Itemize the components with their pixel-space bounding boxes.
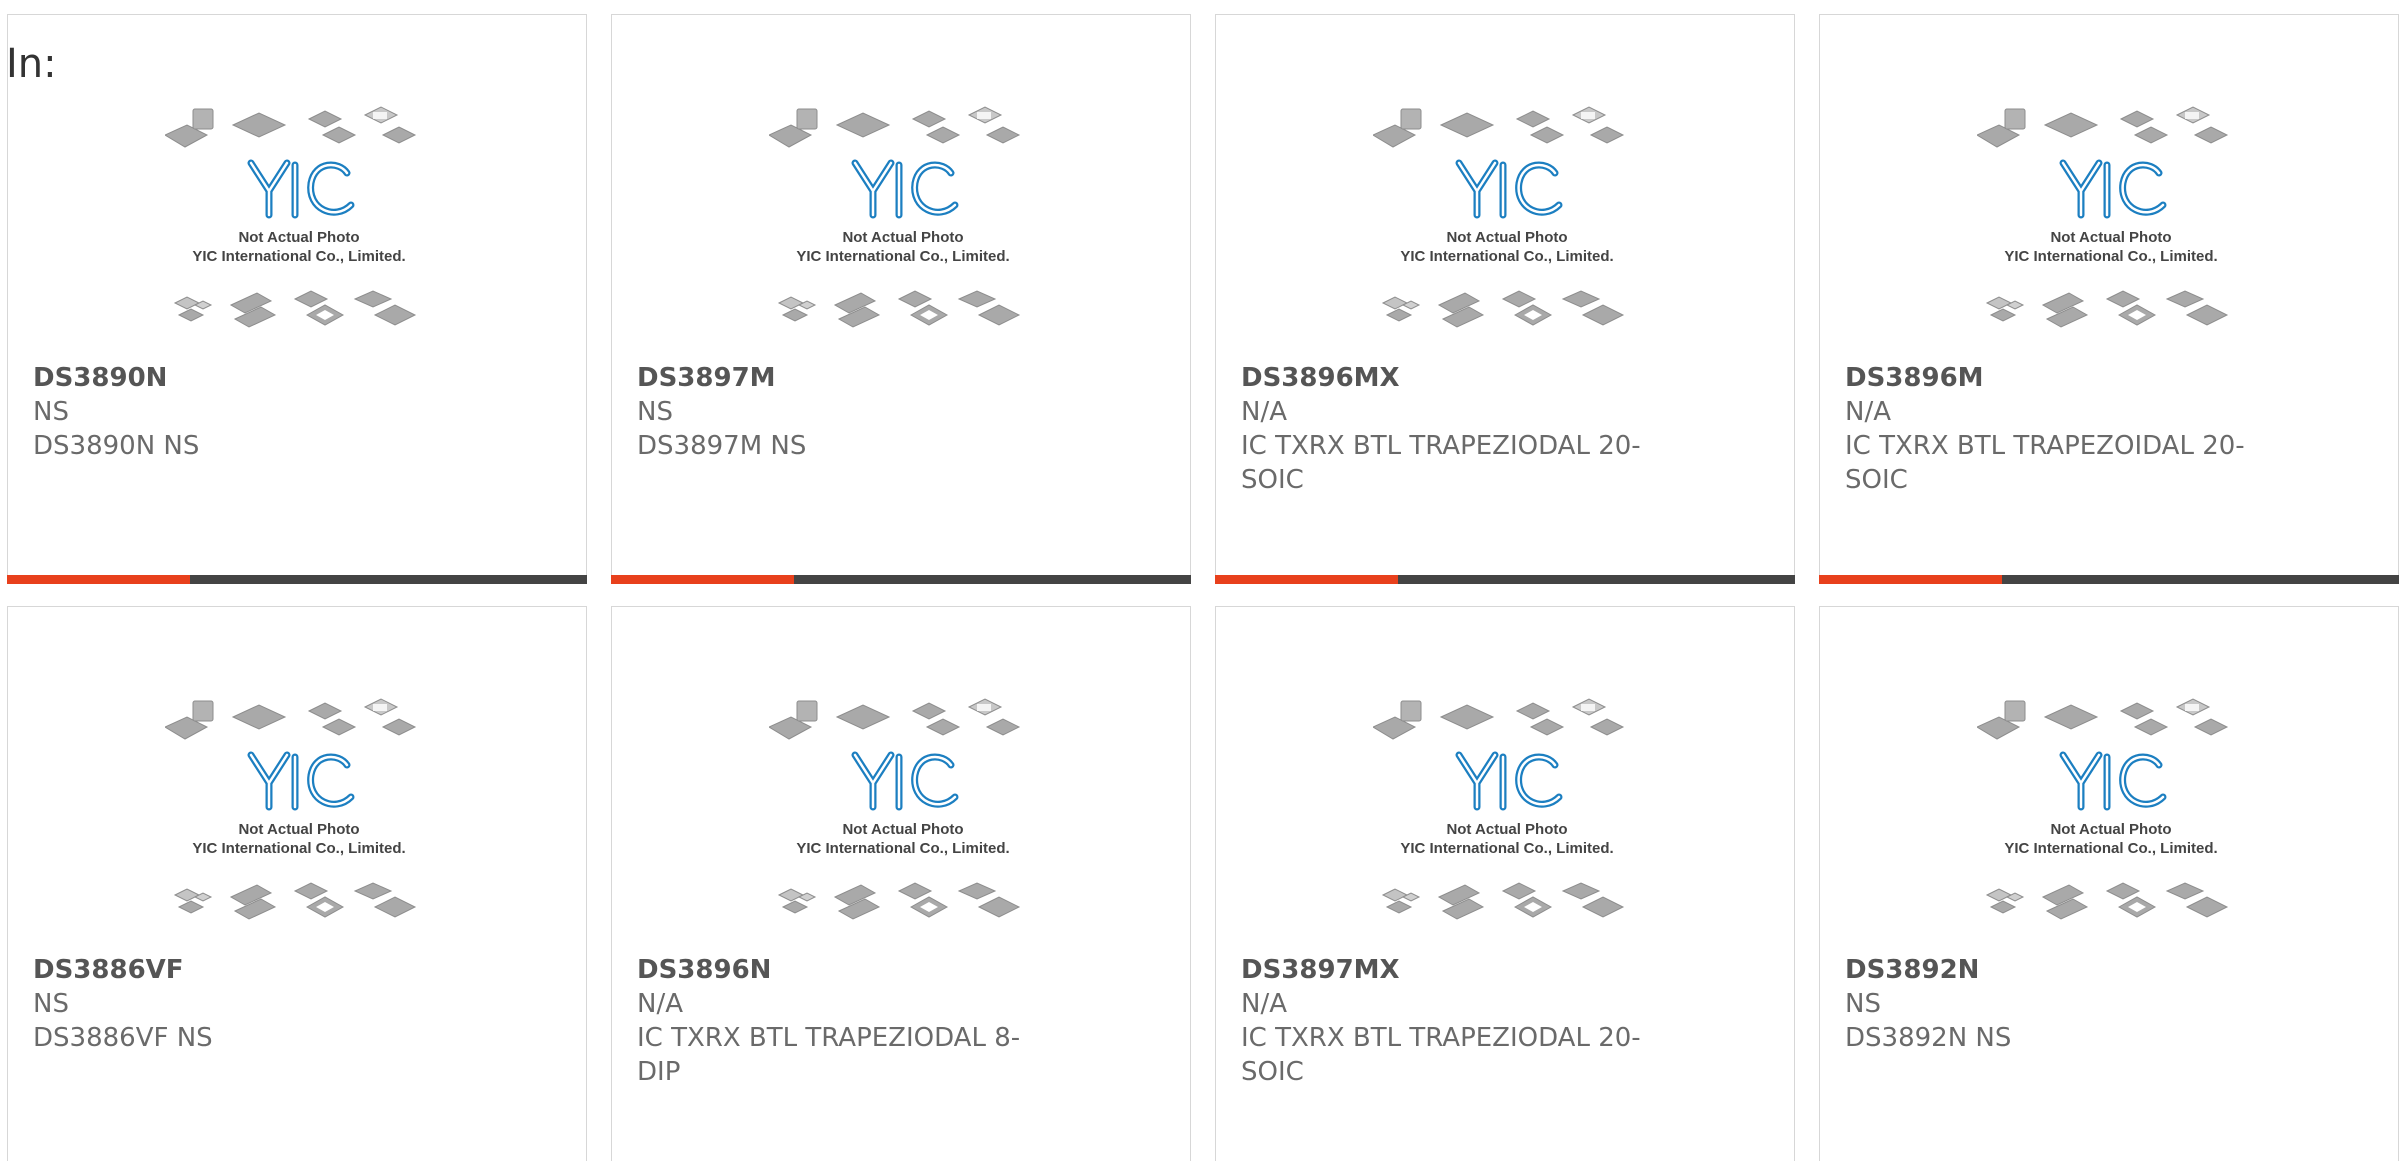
product-image-placeholder[interactable]: Not Actual Photo YIC International Co., …: [769, 105, 1037, 355]
placeholder-caption-line1: Not Actual Photo: [842, 821, 963, 838]
product-card-ds3886vf[interactable]: Not Actual Photo YIC International Co., …: [7, 606, 587, 1161]
product-listing-page: In: Not Actual Photo YIC International C…: [0, 0, 2400, 1161]
placeholder-caption-line2: YIC International Co., Limited.: [192, 840, 405, 857]
chip-collage-icon: Not Actual Photo YIC International Co., …: [1977, 698, 2229, 920]
part-number-link[interactable]: DS3896MX: [1241, 361, 1661, 395]
product-card-ds3897mx[interactable]: Not Actual Photo YIC International Co., …: [1215, 606, 1795, 1161]
product-description: DS3886VF NS: [33, 1023, 213, 1053]
manufacturer-label: NS: [637, 397, 673, 427]
chip-collage-icon: Not Actual Photo YIC International Co., …: [1977, 106, 2229, 328]
product-info: DS3892N NS DS3892N NS: [1845, 953, 2265, 1055]
chip-collage-icon: Not Actual Photo YIC International Co., …: [769, 698, 1021, 920]
product-info: DS3896MX N/A IC TXRX BTL TRAPEZIODAL 20-…: [1241, 361, 1661, 497]
part-number-link[interactable]: DS3897M: [637, 361, 1057, 395]
part-number-link[interactable]: DS3886VF: [33, 953, 453, 987]
product-image-placeholder[interactable]: Not Actual Photo YIC International Co., …: [1373, 697, 1641, 947]
card-footer-bar: [611, 575, 1191, 584]
manufacturer-label: N/A: [1241, 989, 1287, 1019]
product-description: IC TXRX BTL TRAPEZOIDAL 20-SOIC: [1845, 431, 2245, 495]
chip-collage-icon: Not Actual Photo YIC International Co., …: [165, 698, 417, 920]
product-card-ds3897m[interactable]: Not Actual Photo YIC International Co., …: [611, 14, 1191, 584]
product-image-placeholder[interactable]: Not Actual Photo YIC International Co., …: [1977, 697, 2245, 947]
part-number-link[interactable]: DS3896M: [1845, 361, 2265, 395]
product-info: DS3897M NS DS3897M NS: [637, 361, 1057, 463]
filter-in-label: In:: [6, 41, 57, 87]
product-info: DS3897MX N/A IC TXRX BTL TRAPEZIODAL 20-…: [1241, 953, 1661, 1089]
chip-collage-icon: Not Actual Photo YIC International Co., …: [1373, 698, 1625, 920]
manufacturer-label: N/A: [1845, 397, 1891, 427]
part-number-link[interactable]: DS3897MX: [1241, 953, 1661, 987]
product-image-placeholder[interactable]: Not Actual Photo YIC International Co., …: [1977, 105, 2245, 355]
product-description: DS3890N NS: [33, 431, 200, 461]
product-card-ds3892n[interactable]: Not Actual Photo YIC International Co., …: [1819, 606, 2399, 1161]
placeholder-caption-line1: Not Actual Photo: [1446, 821, 1567, 838]
product-description: DS3892N NS: [1845, 1023, 2012, 1053]
product-image-placeholder[interactable]: Not Actual Photo YIC International Co., …: [165, 697, 433, 947]
placeholder-caption-line2: YIC International Co., Limited.: [192, 248, 405, 265]
manufacturer-label: NS: [1845, 989, 1881, 1019]
product-image-placeholder[interactable]: Not Actual Photo YIC International Co., …: [1373, 105, 1641, 355]
product-card-ds3896mx[interactable]: Not Actual Photo YIC International Co., …: [1215, 14, 1795, 584]
product-info: DS3896N N/A IC TXRX BTL TRAPEZIODAL 8-DI…: [637, 953, 1057, 1089]
placeholder-caption-line2: YIC International Co., Limited.: [2004, 248, 2217, 265]
placeholder-caption-line1: Not Actual Photo: [2050, 821, 2171, 838]
card-footer-bar: [1215, 575, 1795, 584]
placeholder-caption-line1: Not Actual Photo: [1446, 229, 1567, 246]
product-info: DS3896M N/A IC TXRX BTL TRAPEZOIDAL 20-S…: [1845, 361, 2265, 497]
product-description: IC TXRX BTL TRAPEZIODAL 8-DIP: [637, 1023, 1021, 1087]
product-image-placeholder[interactable]: Not Actual Photo YIC International Co., …: [165, 105, 433, 355]
card-footer-bar: [1819, 575, 2399, 584]
manufacturer-label: N/A: [637, 989, 683, 1019]
product-description: IC TXRX BTL TRAPEZIODAL 20-SOIC: [1241, 431, 1641, 495]
product-card-ds3896n[interactable]: Not Actual Photo YIC International Co., …: [611, 606, 1191, 1161]
product-info: DS3890N NS DS3890N NS: [33, 361, 453, 463]
manufacturer-label: NS: [33, 989, 69, 1019]
product-description: DS3897M NS: [637, 431, 807, 461]
placeholder-caption-line2: YIC International Co., Limited.: [1400, 248, 1613, 265]
product-info: DS3886VF NS DS3886VF NS: [33, 953, 453, 1055]
placeholder-caption-line2: YIC International Co., Limited.: [2004, 840, 2217, 857]
chip-collage-icon: Not Actual Photo YIC International Co., …: [1373, 106, 1625, 328]
chip-collage-icon: Not Actual Photo YIC International Co., …: [165, 106, 417, 328]
placeholder-caption-line2: YIC International Co., Limited.: [796, 248, 1009, 265]
manufacturer-label: NS: [33, 397, 69, 427]
placeholder-caption-line2: YIC International Co., Limited.: [1400, 840, 1613, 857]
card-footer-bar: [7, 575, 587, 584]
placeholder-caption-line1: Not Actual Photo: [238, 821, 359, 838]
card-footer-accent: [7, 575, 190, 584]
product-card-ds3896m[interactable]: Not Actual Photo YIC International Co., …: [1819, 14, 2399, 584]
card-footer-accent: [1215, 575, 1398, 584]
product-card-ds3890n[interactable]: Not Actual Photo YIC International Co., …: [7, 14, 587, 584]
placeholder-caption-line1: Not Actual Photo: [842, 229, 963, 246]
placeholder-caption-line1: Not Actual Photo: [2050, 229, 2171, 246]
card-footer-accent: [611, 575, 794, 584]
product-description: IC TXRX BTL TRAPEZIODAL 20-SOIC: [1241, 1023, 1641, 1087]
manufacturer-label: N/A: [1241, 397, 1287, 427]
card-footer-accent: [1819, 575, 2002, 584]
product-grid: Not Actual Photo YIC International Co., …: [7, 14, 2400, 1161]
part-number-link[interactable]: DS3892N: [1845, 953, 2265, 987]
chip-collage-icon: Not Actual Photo YIC International Co., …: [769, 106, 1021, 328]
part-number-link[interactable]: DS3896N: [637, 953, 1057, 987]
placeholder-caption-line1: Not Actual Photo: [238, 229, 359, 246]
product-image-placeholder[interactable]: Not Actual Photo YIC International Co., …: [769, 697, 1037, 947]
placeholder-caption-line2: YIC International Co., Limited.: [796, 840, 1009, 857]
part-number-link[interactable]: DS3890N: [33, 361, 453, 395]
